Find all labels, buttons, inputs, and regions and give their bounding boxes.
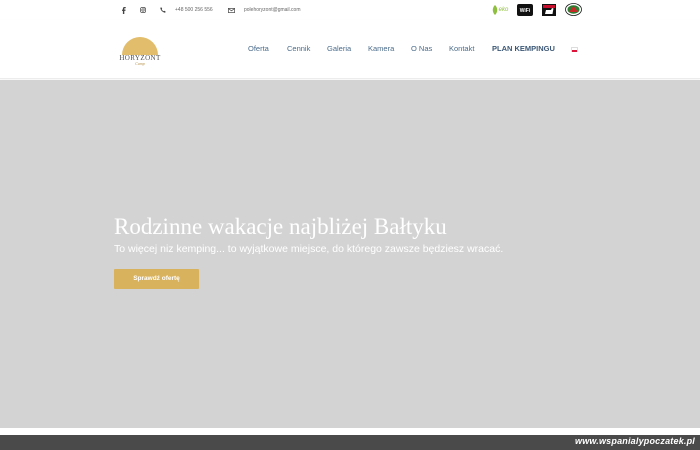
sun-logo-icon <box>122 37 158 55</box>
phone-number[interactable]: +48 500 256 556 <box>175 0 213 20</box>
dog-friendly-icon <box>541 3 556 16</box>
nav-item-cennik[interactable]: Cennik <box>287 44 310 53</box>
nav-item-kontakt[interactable]: Kontakt <box>449 44 474 53</box>
facebook-icon[interactable] <box>121 0 127 20</box>
hero-subtitle: To więcej niz kemping... to wyjątkowe mi… <box>114 243 504 255</box>
email-link[interactable]: polehoryzont@gmail.com <box>244 0 301 20</box>
main-navigation: HORYZONT Camp Oferta Cennik Galeria Kame… <box>0 20 700 79</box>
envelope-icon <box>228 0 235 20</box>
watermark-text: www.wspanialypoczatek.pl <box>575 436 695 446</box>
hero-section: Rodzinne wakacje najbliżej Bałtyku To wi… <box>0 80 700 428</box>
svg-text:WiFi: WiFi <box>520 8 531 14</box>
camping-badge-icon <box>565 3 582 16</box>
pl-flag-icon[interactable] <box>571 47 578 52</box>
nav-item-oferta[interactable]: Oferta <box>248 44 269 53</box>
nav-item-kamera[interactable]: Kamera <box>368 44 394 53</box>
hero-title: Rodzinne wakacje najbliżej Bałtyku <box>114 214 447 239</box>
horyzont-logo[interactable]: HORYZONT Camp <box>116 35 164 69</box>
nav-item-o-nas[interactable]: O Nas <box>411 44 432 53</box>
eko-badge: eko <box>491 3 509 16</box>
nav-item-galeria[interactable]: Galeria <box>327 44 351 53</box>
phone-icon <box>160 0 166 20</box>
wifi-badge: WiFi <box>517 3 533 16</box>
bottom-strip: www.wspanialypoczatek.pl <box>0 435 700 450</box>
top-contact-bar: +48 500 256 556 polehoryzont@gmail.com e… <box>0 0 700 20</box>
wifi-icon: WiFi <box>517 3 533 16</box>
check-offer-button[interactable]: Sprawdź ofertę <box>114 269 199 289</box>
instagram-icon[interactable] <box>140 0 146 20</box>
nav-item-plan-kempingu[interactable]: PLAN KEMPINGU <box>492 44 555 53</box>
leaf-icon <box>492 4 497 15</box>
